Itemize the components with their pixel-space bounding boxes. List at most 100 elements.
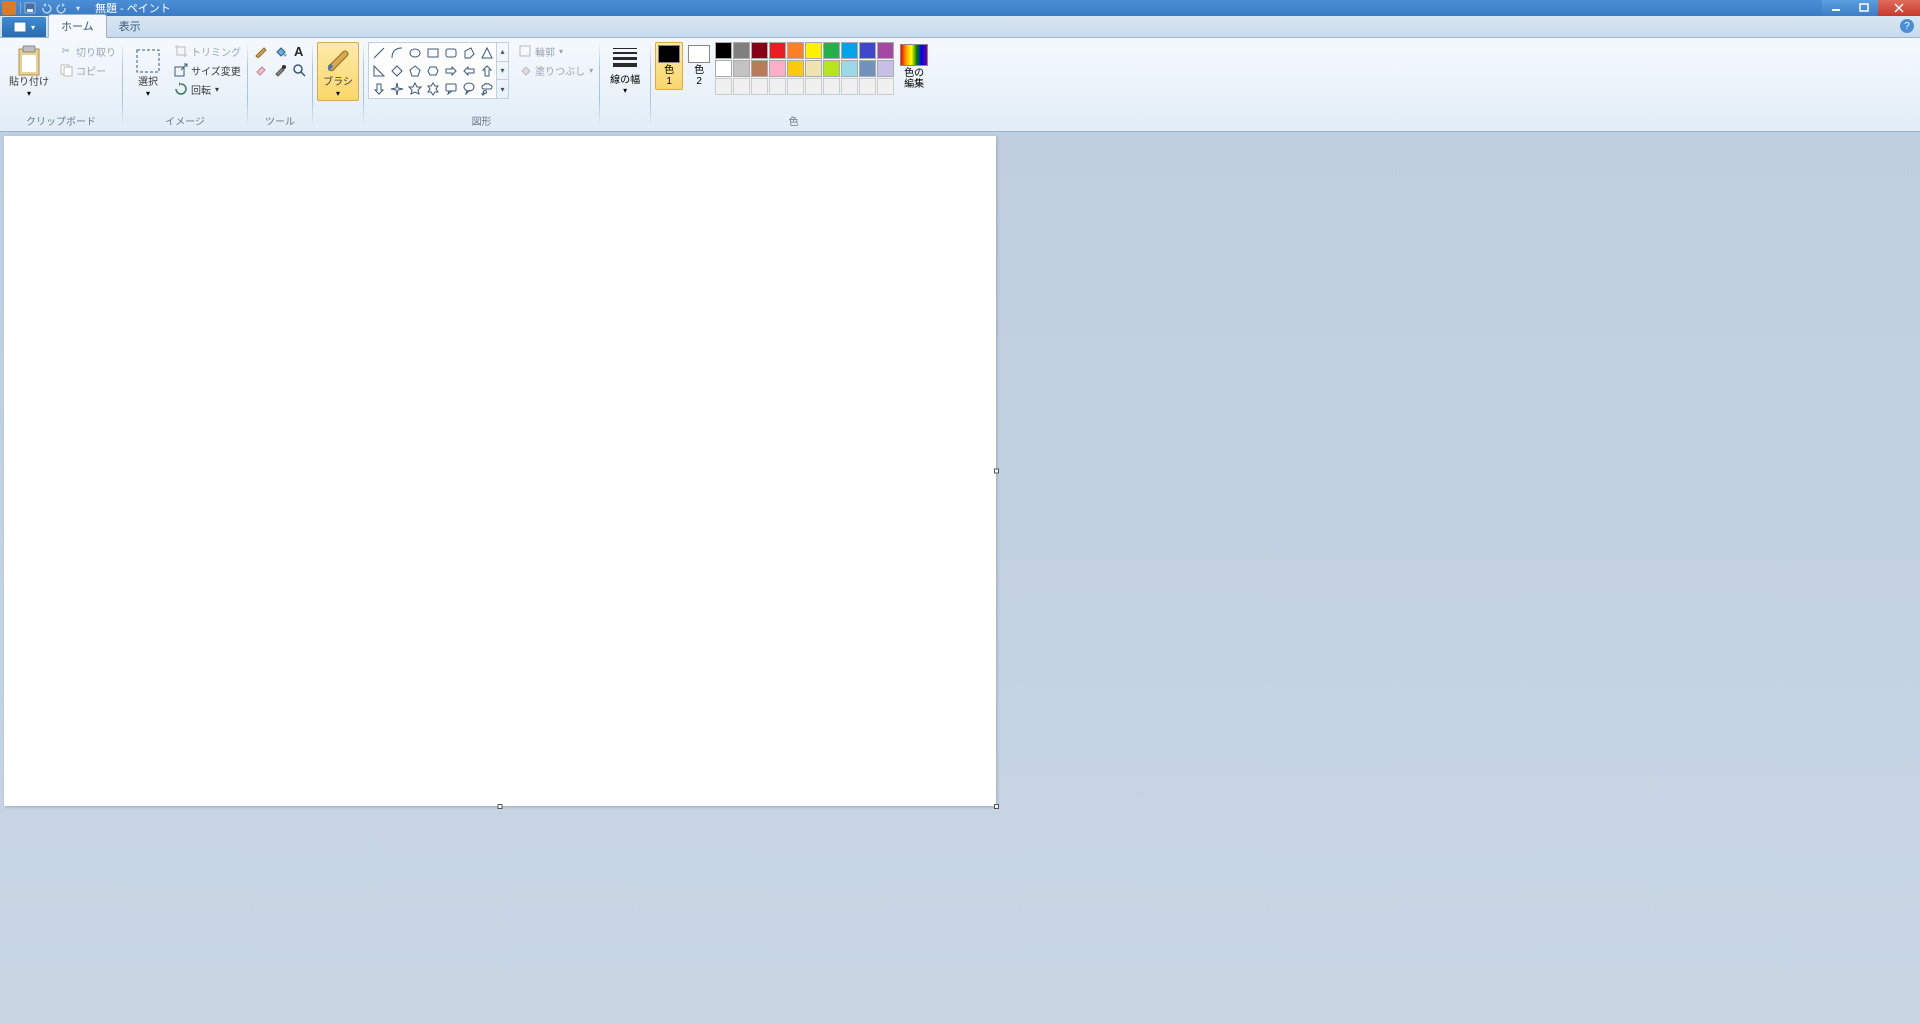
copy-button[interactable]: コピー <box>56 61 118 79</box>
scroll-up-icon[interactable]: ▴ <box>497 43 508 62</box>
shape-curve[interactable] <box>388 44 405 61</box>
shape-star5[interactable] <box>406 80 423 97</box>
group-image: 選択 ▾ トリミング サイズ変更 回転▾ イメージ <box>123 38 247 131</box>
tab-view[interactable]: 表示 <box>107 15 153 37</box>
shape-arrow-right[interactable] <box>442 62 459 79</box>
shape-roundrect[interactable] <box>442 44 459 61</box>
scroll-down-icon[interactable]: ▾ <box>497 62 508 81</box>
paste-button[interactable]: 貼り付け ▾ <box>4 42 54 101</box>
palette-custom-slot[interactable] <box>787 78 804 95</box>
palette-color[interactable] <box>787 60 804 77</box>
palette-color[interactable] <box>715 60 732 77</box>
close-button[interactable] <box>1878 0 1920 16</box>
color-picker-tool[interactable] <box>271 61 289 79</box>
palette-color[interactable] <box>751 60 768 77</box>
maximize-button[interactable] <box>1850 0 1878 16</box>
palette-custom-slot[interactable] <box>733 78 750 95</box>
palette-color[interactable] <box>751 42 768 59</box>
shape-star4[interactable] <box>388 80 405 97</box>
shape-fill-button[interactable]: 塗りつぶし▾ <box>515 61 595 79</box>
canvas-workspace[interactable] <box>0 132 1920 1024</box>
palette-custom-slot[interactable] <box>751 78 768 95</box>
fill-tool[interactable] <box>271 42 289 60</box>
palette-color[interactable] <box>769 60 786 77</box>
shape-rect[interactable] <box>424 44 441 61</box>
palette-color[interactable] <box>715 42 732 59</box>
quick-access-toolbar: ▾ <box>23 1 85 15</box>
resize-handle-se[interactable] <box>994 804 999 809</box>
palette-custom-slot[interactable] <box>769 78 786 95</box>
group-clipboard: 貼り付け ▾ ✂切り取り コピー クリップボード <box>0 38 122 131</box>
shape-pentagon[interactable] <box>406 62 423 79</box>
qat-dropdown-icon[interactable]: ▾ <box>71 1 85 15</box>
crop-button[interactable]: トリミング <box>171 42 243 60</box>
palette-color[interactable] <box>859 42 876 59</box>
palette-color[interactable] <box>733 42 750 59</box>
cut-button[interactable]: ✂切り取り <box>56 42 118 60</box>
resize-icon <box>173 62 189 78</box>
resize-handle-e[interactable] <box>994 469 999 474</box>
palette-color[interactable] <box>877 42 894 59</box>
help-icon[interactable]: ? <box>1900 19 1914 33</box>
pencil-tool[interactable] <box>252 42 270 60</box>
brush-button[interactable]: ブラシ ▾ <box>317 42 359 101</box>
palette-color[interactable] <box>823 42 840 59</box>
shape-hexagon[interactable] <box>424 62 441 79</box>
undo-icon[interactable] <box>39 1 53 15</box>
palette-color[interactable] <box>805 42 822 59</box>
palette-color[interactable] <box>787 42 804 59</box>
palette-custom-slot[interactable] <box>823 78 840 95</box>
shape-arrow-left[interactable] <box>460 62 477 79</box>
group-tools: A ツール <box>248 38 312 131</box>
selection-icon <box>132 45 164 77</box>
file-menu-button[interactable]: ▾ <box>2 17 46 37</box>
shape-callout-rect[interactable] <box>442 80 459 97</box>
shape-star6[interactable] <box>424 80 441 97</box>
palette-color[interactable] <box>805 60 822 77</box>
shape-arrow-up[interactable] <box>478 62 495 79</box>
palette-custom-slot[interactable] <box>805 78 822 95</box>
palette-color[interactable] <box>877 60 894 77</box>
palette-color[interactable] <box>841 42 858 59</box>
minimize-button[interactable] <box>1822 0 1850 16</box>
color2-button[interactable]: 色 2 <box>685 42 713 90</box>
palette-custom-slot[interactable] <box>859 78 876 95</box>
save-icon[interactable] <box>23 1 37 15</box>
stroke-width-button[interactable]: 線の幅 ▾ <box>604 42 646 97</box>
shape-callout-oval[interactable] <box>460 80 477 97</box>
eraser-tool[interactable] <box>252 61 270 79</box>
redo-icon[interactable] <box>55 1 69 15</box>
color1-swatch <box>658 45 680 63</box>
magnifier-tool[interactable] <box>290 61 308 79</box>
palette-color[interactable] <box>769 42 786 59</box>
shape-outline-button[interactable]: 輪郭▾ <box>515 42 595 60</box>
palette-color[interactable] <box>823 60 840 77</box>
palette-color[interactable] <box>733 60 750 77</box>
palette-color[interactable] <box>841 60 858 77</box>
shape-line[interactable] <box>370 44 387 61</box>
expand-gallery-icon[interactable]: ▾ <box>497 80 508 98</box>
text-tool[interactable]: A <box>290 42 308 60</box>
palette-custom-slot[interactable] <box>841 78 858 95</box>
shape-arrow-down[interactable] <box>370 80 387 97</box>
tab-home[interactable]: ホーム <box>48 14 107 38</box>
shapes-gallery-scroll[interactable]: ▴ ▾ ▾ <box>497 42 509 99</box>
resize-button[interactable]: サイズ変更 <box>171 61 243 79</box>
shapes-gallery[interactable] <box>368 42 497 99</box>
shape-right-triangle[interactable] <box>370 62 387 79</box>
color1-button[interactable]: 色 1 <box>655 42 683 90</box>
palette-color[interactable] <box>859 60 876 77</box>
palette-custom-slot[interactable] <box>715 78 732 95</box>
resize-handle-s[interactable] <box>498 804 503 809</box>
rotate-icon <box>173 81 189 97</box>
shape-polygon[interactable] <box>460 44 477 61</box>
canvas[interactable] <box>4 136 996 806</box>
palette-custom-slot[interactable] <box>877 78 894 95</box>
edit-colors-button[interactable]: 色の 編集 <box>896 42 932 92</box>
rotate-button[interactable]: 回転▾ <box>171 80 243 98</box>
shape-callout-cloud[interactable] <box>478 80 495 97</box>
shape-diamond[interactable] <box>388 62 405 79</box>
shape-oval[interactable] <box>406 44 423 61</box>
select-button[interactable]: 選択 ▾ <box>127 42 169 101</box>
shape-triangle[interactable] <box>478 44 495 61</box>
